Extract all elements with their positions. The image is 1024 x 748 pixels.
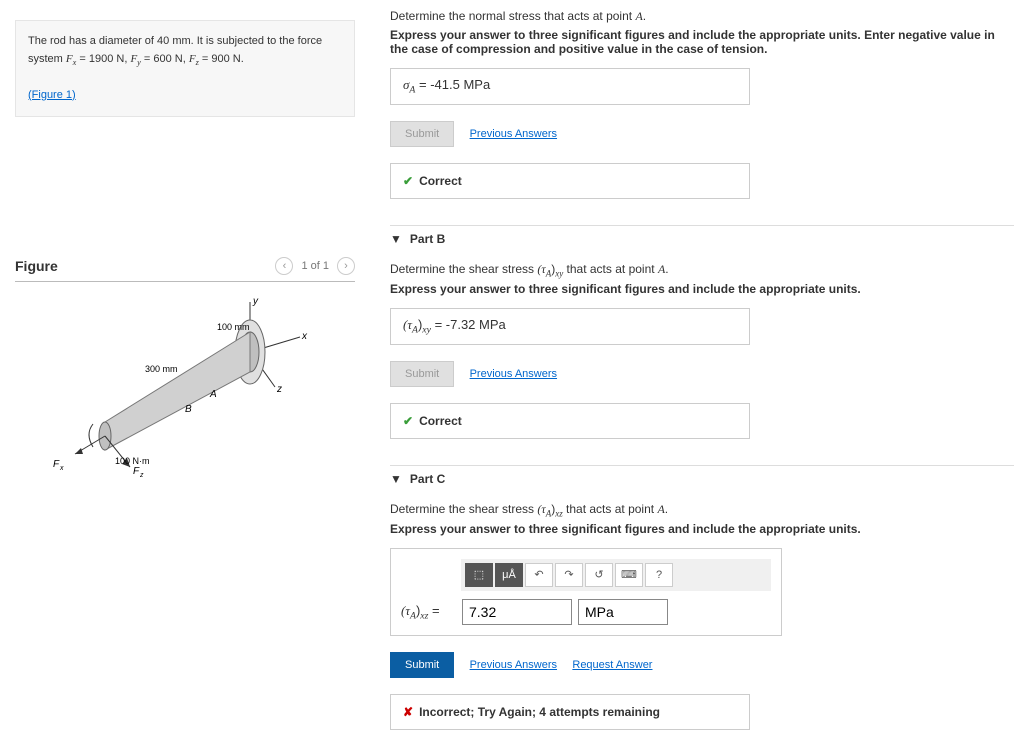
force-fz: F bbox=[133, 466, 140, 477]
units-tool[interactable]: μÅ bbox=[495, 563, 523, 587]
partC-prev-answers-link[interactable]: Previous Answers bbox=[470, 659, 557, 671]
figure-link[interactable]: (Figure 1) bbox=[28, 89, 76, 101]
partC-submit-button[interactable]: Submit bbox=[390, 652, 454, 678]
template-tool[interactable]: ⬚ bbox=[465, 563, 493, 587]
partC-input-panel: ⬚ μÅ ↶ ↷ ↺ ⌨ ? (τA)xz = bbox=[390, 548, 782, 636]
partA-feedback: ✔Correct bbox=[390, 163, 750, 199]
figure-nav: ‹ 1 of 1 › bbox=[275, 257, 355, 275]
point-b: B bbox=[185, 404, 192, 415]
partA-question: Determine the normal stress that acts at… bbox=[390, 9, 1014, 24]
partA-prev-answers-link[interactable]: Previous Answers bbox=[470, 128, 557, 140]
partA-submit-button: Submit bbox=[390, 121, 454, 147]
axis-x-label: x bbox=[301, 331, 308, 342]
check-icon: ✔ bbox=[403, 174, 413, 188]
figure-counter: 1 of 1 bbox=[301, 260, 329, 272]
axis-z-label: z bbox=[276, 384, 282, 395]
ps-text: The rod has a diameter of 40 bbox=[28, 35, 172, 47]
point-a: A bbox=[209, 389, 217, 400]
undo-tool[interactable]: ↶ bbox=[525, 563, 553, 587]
partC-feedback: ✘Incorrect; Try Again; 4 attempts remain… bbox=[390, 694, 750, 730]
dim-100mm: 100 mm bbox=[217, 322, 250, 332]
keyboard-tool[interactable]: ⌨ bbox=[615, 563, 643, 587]
redo-tool[interactable]: ↷ bbox=[555, 563, 583, 587]
partC-question: Determine the shear stress (τA)xz that a… bbox=[390, 502, 1014, 518]
partB-header[interactable]: ▼Part B bbox=[390, 225, 1014, 252]
partA-instructions: Express your answer to three significant… bbox=[390, 28, 1014, 56]
problem-statement: The rod has a diameter of 40 mm. It is s… bbox=[15, 20, 355, 117]
check-icon: ✔ bbox=[403, 414, 413, 428]
caret-down-icon: ▼ bbox=[390, 472, 402, 486]
partB-instructions: Express your answer to three significant… bbox=[390, 282, 1014, 296]
axis-y-label: y bbox=[252, 296, 259, 307]
partB-prev-answers-link[interactable]: Previous Answers bbox=[470, 368, 557, 380]
partB-feedback: ✔Correct bbox=[390, 403, 750, 439]
partC-unit-input[interactable] bbox=[578, 599, 668, 625]
cross-icon: ✘ bbox=[403, 705, 413, 719]
svg-text:x: x bbox=[59, 465, 64, 472]
partB-answer-box: (τA)xy = -7.32 MPa bbox=[390, 308, 750, 345]
partB-submit-button: Submit bbox=[390, 361, 454, 387]
moment-label: 100 N·m bbox=[115, 456, 150, 466]
figure-title: Figure bbox=[15, 258, 58, 274]
partB-question: Determine the shear stress (τA)xy that a… bbox=[390, 262, 1014, 278]
partA-answer-box: σA = -41.5 MPa bbox=[390, 68, 750, 105]
figure-section: Figure ‹ 1 of 1 › y x z 100 mm 300 mm bbox=[15, 257, 355, 482]
partC-header[interactable]: ▼Part C bbox=[390, 465, 1014, 492]
partC-value-input[interactable] bbox=[462, 599, 572, 625]
figure-next-button[interactable]: › bbox=[337, 257, 355, 275]
help-tool[interactable]: ? bbox=[645, 563, 673, 587]
partC-instructions: Express your answer to three significant… bbox=[390, 522, 1014, 536]
figure-prev-button[interactable]: ‹ bbox=[275, 257, 293, 275]
force-fx: F bbox=[53, 459, 60, 470]
partC-request-answer-link[interactable]: Request Answer bbox=[572, 659, 652, 671]
reset-tool[interactable]: ↺ bbox=[585, 563, 613, 587]
svg-text:z: z bbox=[139, 472, 144, 479]
answer-toolbar: ⬚ μÅ ↶ ↷ ↺ ⌨ ? bbox=[461, 559, 771, 591]
figure-diagram: y x z 100 mm 300 mm A B Fx Fz bbox=[45, 292, 345, 482]
caret-down-icon: ▼ bbox=[390, 232, 402, 246]
dim-300mm: 300 mm bbox=[145, 364, 178, 374]
